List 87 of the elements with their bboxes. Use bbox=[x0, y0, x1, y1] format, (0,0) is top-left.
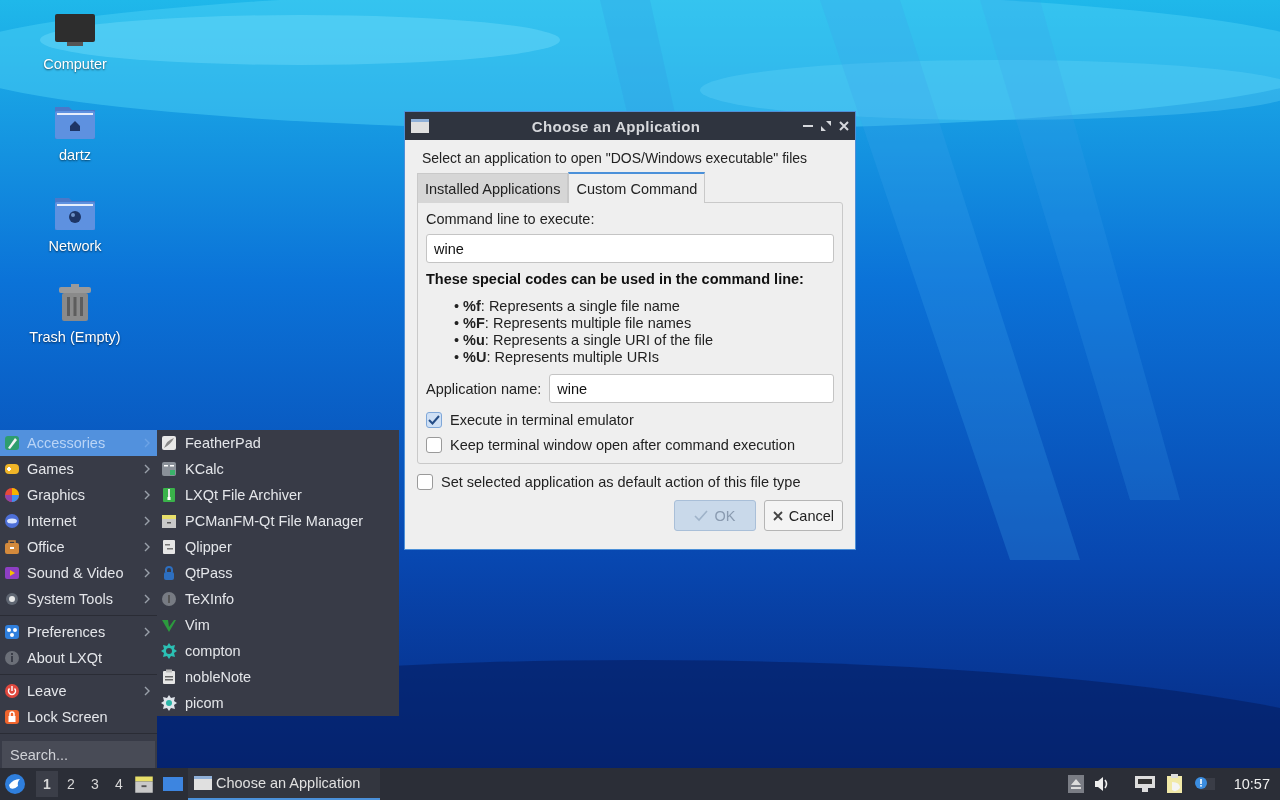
field-label: Command line to execute: bbox=[426, 211, 596, 227]
checkmark-icon bbox=[694, 509, 709, 522]
window-icon bbox=[194, 776, 212, 790]
gear-icon bbox=[161, 695, 177, 711]
network-icon[interactable] bbox=[1133, 775, 1156, 793]
menu-item[interactable]: TeXInfo bbox=[157, 586, 399, 612]
checkbox[interactable] bbox=[426, 412, 442, 428]
menu-item[interactable]: LXQt File Archiver bbox=[157, 482, 399, 508]
window-title: Choose an Application bbox=[530, 117, 702, 135]
tab[interactable]: Installed Applications bbox=[417, 173, 569, 203]
close-icon[interactable] bbox=[839, 121, 849, 131]
briefcase-icon bbox=[4, 539, 20, 555]
menu-item[interactable]: Office bbox=[0, 534, 157, 560]
close-icon bbox=[772, 510, 783, 521]
clipboard-icon[interactable] bbox=[1165, 774, 1184, 794]
power-icon bbox=[4, 683, 20, 699]
calculator-icon bbox=[161, 461, 177, 477]
menu-item[interactable]: KCalc bbox=[157, 456, 399, 482]
bullet-text: • %u: Represents a single URI of the file bbox=[454, 332, 713, 349]
menu-item[interactable]: Internet bbox=[0, 508, 157, 534]
menu-item[interactable]: nobleNote bbox=[157, 664, 399, 690]
drawer-icon bbox=[161, 513, 177, 529]
section-heading: These special codes can be used in the command line: bbox=[426, 271, 805, 287]
menu-item[interactable]: Games bbox=[0, 456, 157, 482]
menu-item[interactable]: Sound & Video bbox=[0, 560, 157, 586]
pen-icon bbox=[4, 435, 20, 451]
checkbox-label[interactable]: Set selected application as default action of this file type bbox=[441, 474, 801, 490]
workspace-button[interactable]: 3 bbox=[84, 771, 106, 797]
app-name-field[interactable]: wine bbox=[549, 374, 834, 403]
drawer-icon[interactable] bbox=[134, 774, 154, 794]
checkbox[interactable] bbox=[426, 437, 442, 453]
checkbox-label[interactable]: Keep terminal window open after command execution bbox=[450, 437, 795, 453]
menu-item[interactable]: Graphics bbox=[0, 482, 157, 508]
gear-icon bbox=[161, 643, 177, 659]
info-icon bbox=[161, 591, 177, 607]
lock-icon bbox=[4, 709, 20, 725]
notepad-icon bbox=[161, 669, 177, 685]
menu-item[interactable]: Preferences bbox=[0, 619, 157, 645]
menu-item[interactable]: Qlipper bbox=[157, 534, 399, 560]
workspace-button[interactable]: 2 bbox=[60, 771, 82, 797]
menu-item[interactable]: PCManFM-Qt File Manager bbox=[157, 508, 399, 534]
menu-item[interactable]: Leave bbox=[0, 678, 157, 704]
menu-item[interactable]: Lock Screen bbox=[0, 704, 157, 730]
checkbox-label[interactable]: Execute in terminal emulator bbox=[450, 412, 634, 428]
checkbox[interactable] bbox=[417, 474, 433, 490]
command-field[interactable]: wine bbox=[426, 234, 834, 263]
gamepad-icon bbox=[4, 461, 20, 477]
search-field[interactable]: Search... bbox=[2, 741, 155, 769]
bullet-text: • %f: Represents a single file name bbox=[454, 298, 680, 315]
menu-item[interactable]: FeatherPad bbox=[157, 430, 399, 456]
eject-icon[interactable] bbox=[1067, 775, 1084, 793]
color-wheel-icon bbox=[4, 487, 20, 503]
workspace-button[interactable]: 1 bbox=[36, 771, 58, 797]
menu-item[interactable]: picom bbox=[157, 690, 399, 716]
menu-item[interactable]: Vim bbox=[157, 612, 399, 638]
bullet-text: • %F: Represents multiple file names bbox=[454, 315, 692, 332]
info-icon bbox=[4, 650, 20, 666]
preferences-icon bbox=[4, 624, 20, 640]
icon-label: dartz bbox=[58, 147, 92, 163]
notification-icon[interactable] bbox=[1193, 775, 1216, 793]
dialog-prompt: Select an application to open "DOS/Windows executable" files bbox=[422, 150, 809, 166]
icon-label: Network bbox=[48, 238, 102, 254]
vim-logo-icon bbox=[161, 617, 177, 633]
field-label: Application name: bbox=[426, 380, 542, 397]
desktop-icon[interactable] bbox=[162, 775, 184, 793]
padlock-icon bbox=[161, 565, 177, 581]
feather-icon bbox=[161, 435, 177, 451]
gear-icon bbox=[4, 591, 20, 607]
volume-icon[interactable] bbox=[1093, 776, 1110, 792]
menu-item[interactable]: System Tools bbox=[0, 586, 157, 612]
icon-label: Computer bbox=[43, 56, 107, 72]
menu-item[interactable]: QtPass bbox=[157, 560, 399, 586]
tab[interactable]: Custom Command bbox=[568, 172, 706, 203]
workspace-button[interactable]: 4 bbox=[108, 771, 130, 797]
bullet-text: • %U: Represents multiple URIs bbox=[454, 349, 659, 366]
menu-item[interactable]: About LXQt bbox=[0, 645, 157, 671]
start-menu-icon[interactable] bbox=[4, 773, 26, 795]
taskbar-window-button[interactable]: Choose an Application bbox=[188, 768, 380, 800]
clipboard-icon bbox=[161, 539, 177, 555]
window-icon bbox=[411, 119, 429, 133]
icon-label: Trash (Empty) bbox=[29, 329, 121, 345]
archive-icon bbox=[161, 487, 177, 503]
media-icon bbox=[4, 565, 20, 581]
cancel-button[interactable]: Cancel bbox=[763, 500, 843, 531]
clock[interactable]: 10:57 bbox=[1225, 776, 1276, 792]
menu-item[interactable]: compton bbox=[157, 638, 399, 664]
globe-icon bbox=[4, 513, 20, 529]
